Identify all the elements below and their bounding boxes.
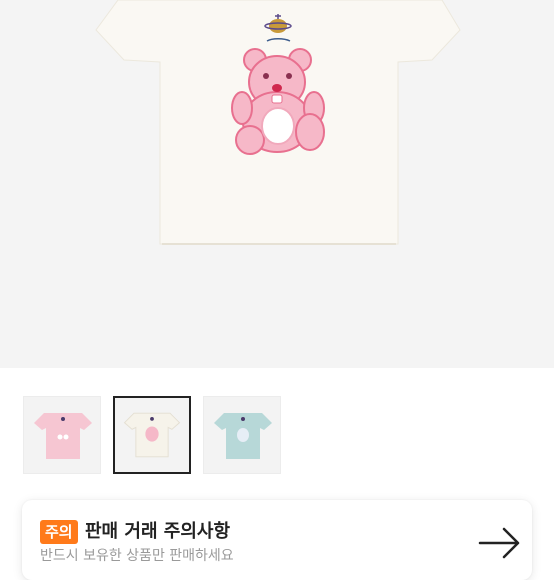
caution-subtitle: 반드시 보유한 상품만 판매하세요 (40, 548, 234, 564)
arrow-right-icon[interactable] (478, 526, 522, 560)
caution-title: 판매 거래 주의사항 (85, 521, 231, 542)
thumbnail-mint[interactable] (203, 396, 281, 474)
bear-print-icon (231, 48, 325, 155)
thumbnail-cream[interactable] (113, 396, 191, 474)
mint-tshirt-icon (214, 413, 272, 459)
caution-badge: 주의 (40, 520, 78, 544)
thumbnail-pink[interactable] (23, 396, 101, 474)
tshirt-illustration (95, 0, 461, 245)
product-main-image[interactable] (0, 0, 554, 368)
cream-tshirt-icon (123, 412, 181, 458)
pink-tshirt-icon (34, 413, 92, 459)
sales-caution-banner[interactable]: 주의 판매 거래 주의사항 반드시 보유한 상품만 판매하세요 (22, 500, 532, 580)
